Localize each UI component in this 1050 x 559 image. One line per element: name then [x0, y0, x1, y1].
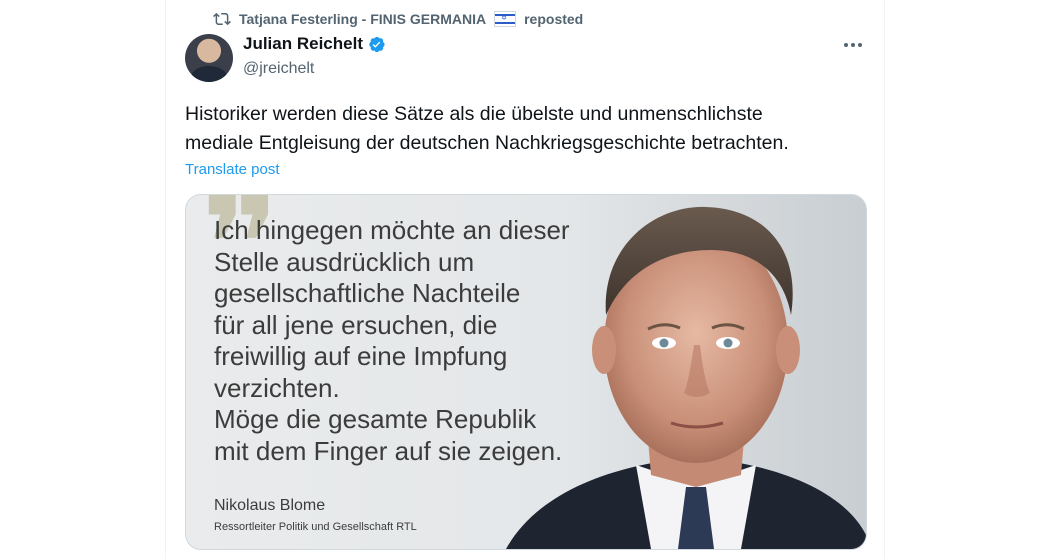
- timeline-left-border: [165, 0, 166, 559]
- more-horizontal-icon: [844, 43, 848, 47]
- author-name-row[interactable]: Julian Reichelt: [243, 34, 386, 54]
- post-text-line: Historiker werden diese Sätze als die üb…: [185, 103, 763, 125]
- quote-author-role: Ressortleiter Politik und Gesellschaft R…: [214, 521, 417, 533]
- post-text-line: mediale Entgleisung der deutschen Nachkr…: [185, 132, 789, 154]
- author-handle[interactable]: @jreichelt: [243, 60, 314, 78]
- post-text: Historiker werden diese Sätze als die üb…: [185, 100, 865, 158]
- author-avatar[interactable]: [185, 34, 233, 82]
- reposted-label: reposted: [524, 11, 584, 27]
- reposter-name[interactable]: Tatjana Festerling - FINIS GERMANIA: [239, 11, 486, 27]
- post-media-image[interactable]: ❞ Ich hingegen möchte an dieser Stelle a…: [185, 194, 867, 550]
- repost-icon: [213, 12, 231, 26]
- author-display-name[interactable]: Julian Reichelt: [243, 34, 363, 54]
- timeline-right-border: [884, 0, 885, 559]
- portrait-photo: [506, 206, 866, 549]
- more-options-button[interactable]: [836, 34, 870, 56]
- repost-context[interactable]: Tatjana Festerling - FINIS GERMANIA ✡ re…: [213, 9, 583, 29]
- israel-flag-icon: ✡: [494, 11, 517, 27]
- quote-author-name: Nikolaus Blome: [214, 497, 326, 514]
- translate-post-link[interactable]: Translate post: [185, 161, 280, 178]
- verified-badge-icon[interactable]: [367, 35, 386, 54]
